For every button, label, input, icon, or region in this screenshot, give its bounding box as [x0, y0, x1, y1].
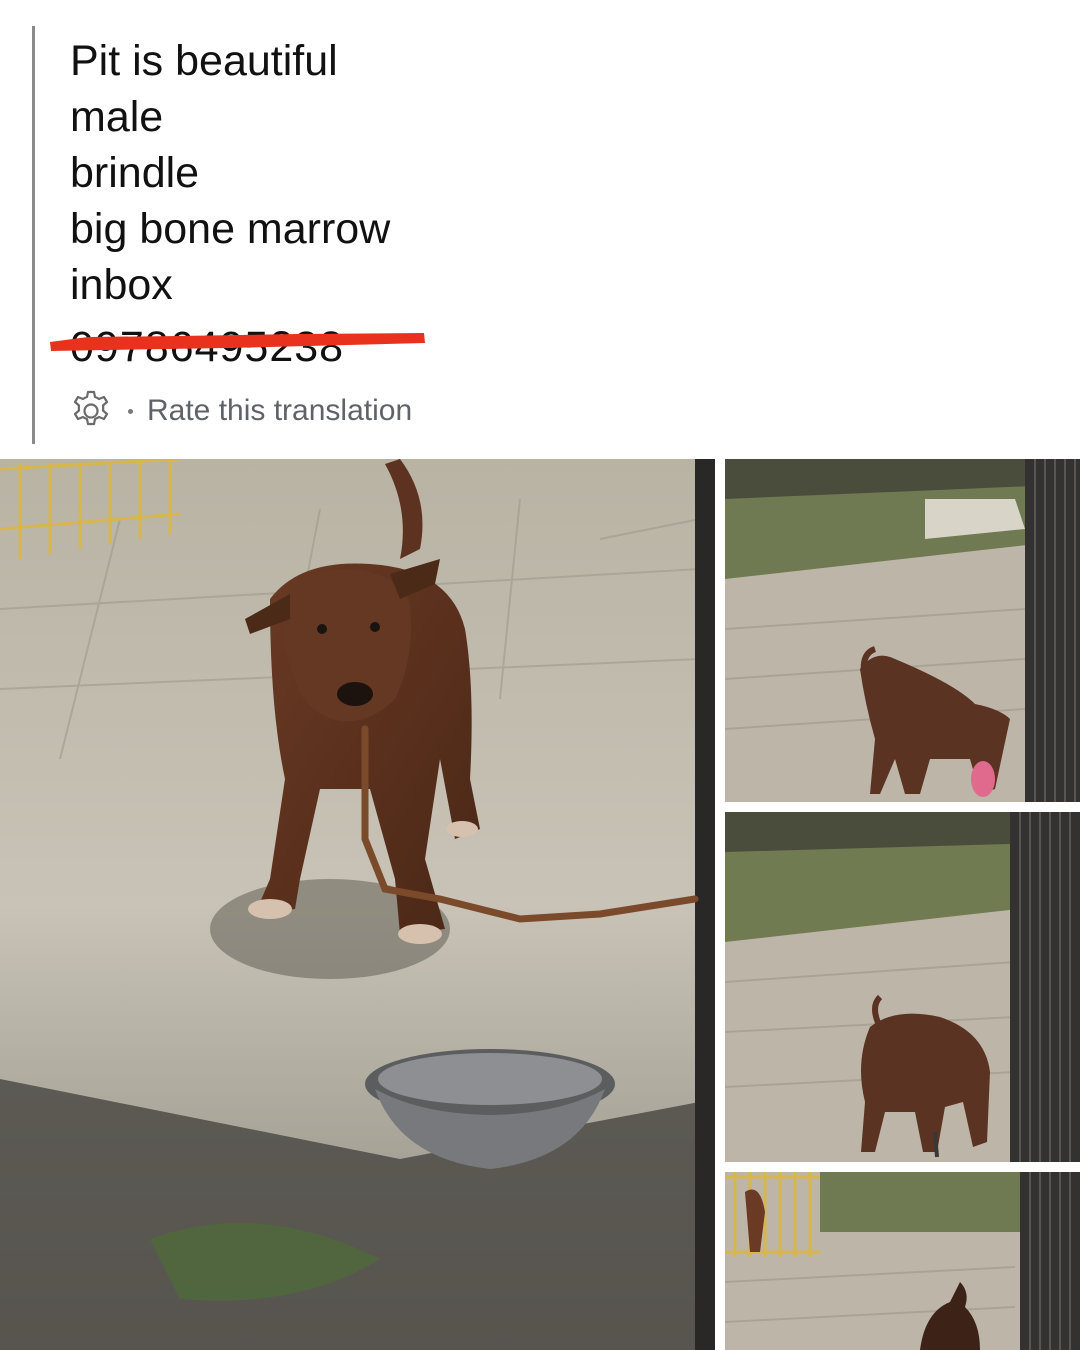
photo-thumbnail-2[interactable]: [725, 812, 1080, 1162]
dog-thumbnail-illustration: [725, 459, 1080, 802]
post-line-3: brindle: [70, 149, 200, 197]
post-container: Pit is beautiful male brindle big bone m…: [0, 0, 1080, 1350]
post-line-5: inbox: [70, 261, 173, 309]
gear-icon[interactable]: [68, 388, 114, 434]
quote-bar: [32, 26, 35, 444]
photo-thumbnail-1[interactable]: [725, 459, 1080, 802]
yard-thumbnail-illustration: [725, 1172, 1080, 1350]
photo-thumbnail-3[interactable]: [725, 1172, 1080, 1350]
photo-main[interactable]: [0, 459, 715, 1350]
post-line-4: big bone marrow: [70, 205, 391, 253]
post-line-2: male: [70, 93, 164, 141]
separator-dot: [128, 408, 133, 414]
post-body: Pit is beautiful male brindle big bone m…: [70, 33, 970, 369]
translation-row: Rate this translation: [68, 388, 412, 434]
post-line-1: Pit is beautiful: [70, 37, 338, 85]
dog-photo-illustration: [0, 459, 715, 1350]
redaction-stroke: [50, 333, 425, 351]
rate-translation-link[interactable]: Rate this translation: [147, 394, 412, 428]
dog-thumbnail-illustration: [725, 812, 1080, 1162]
